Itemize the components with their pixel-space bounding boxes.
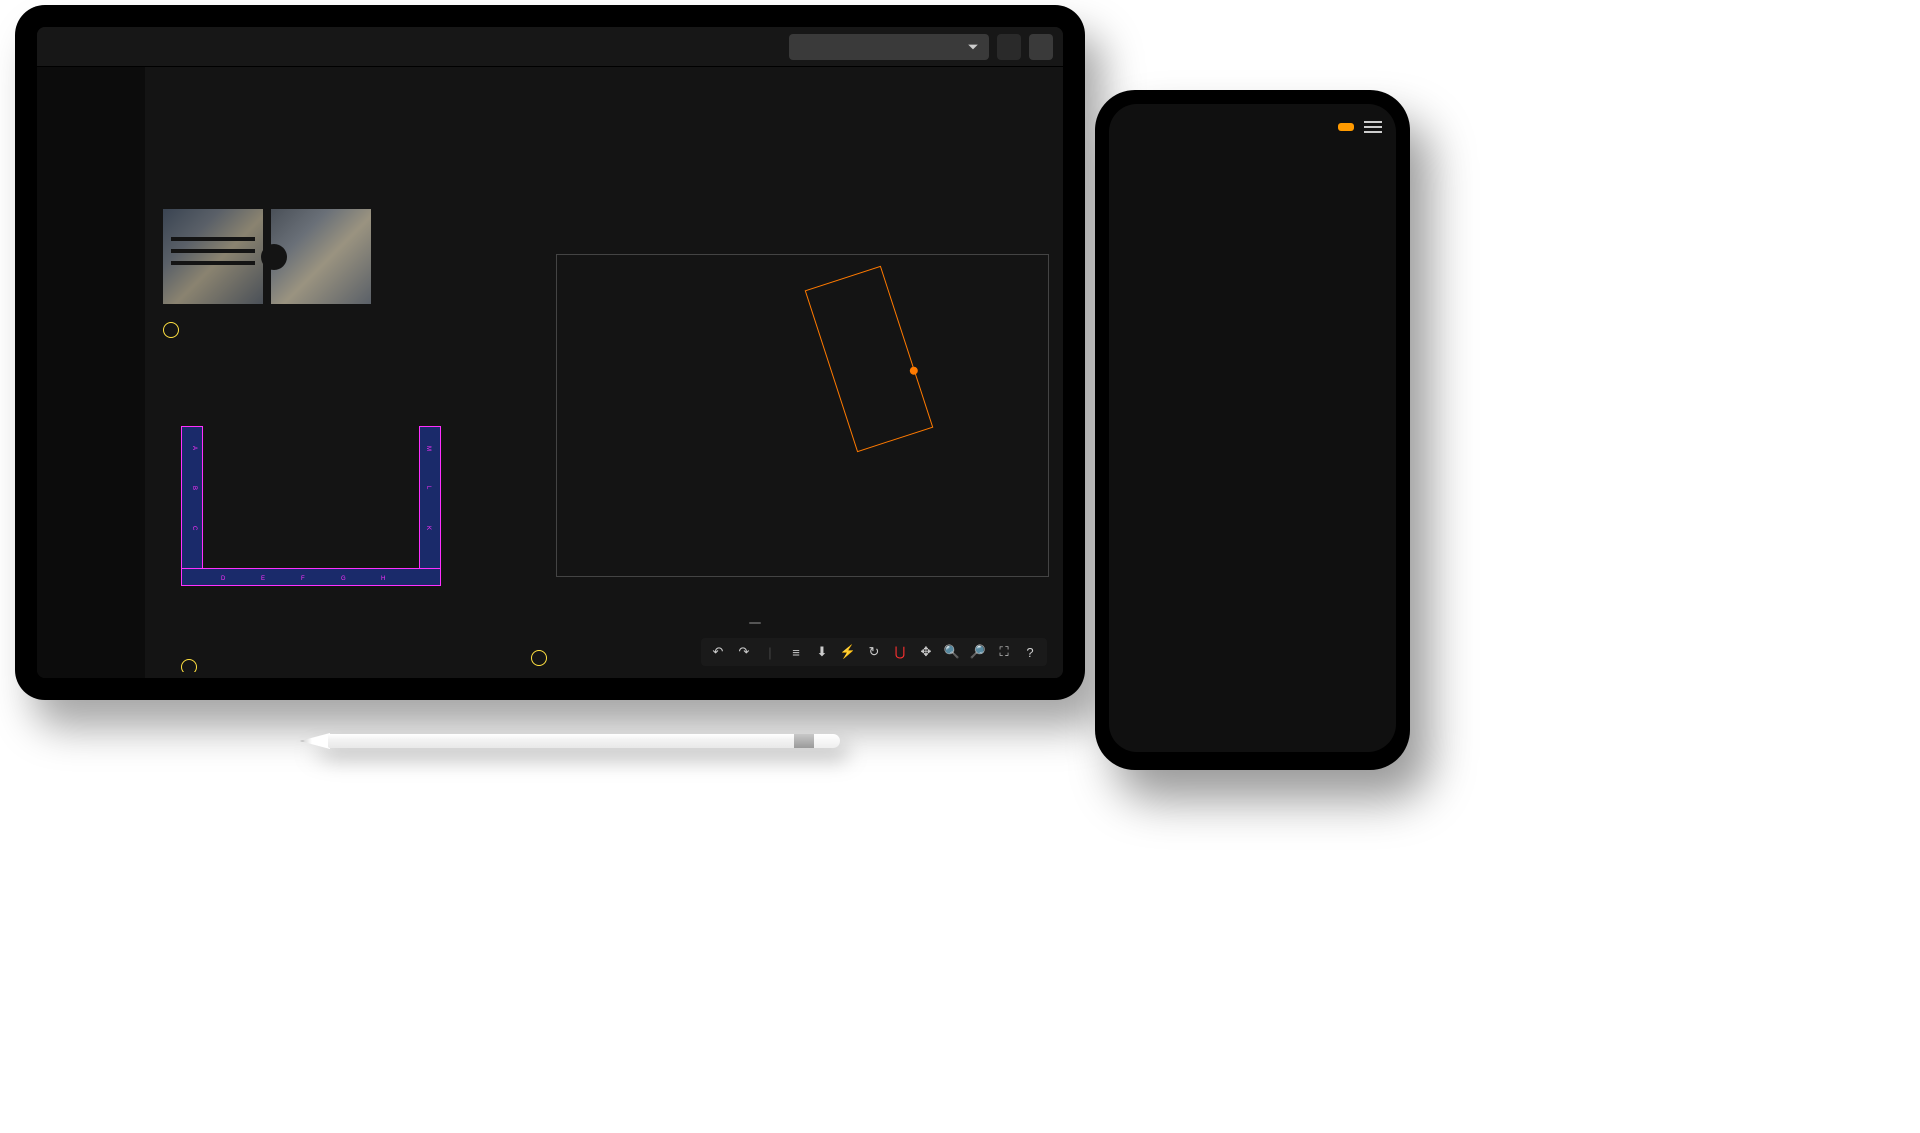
groundfloor-plan: A B C M L K D E F G H: [181, 426, 481, 626]
file-select[interactable]: [789, 34, 989, 60]
save-button[interactable]: [997, 34, 1021, 60]
topbar-actions: [789, 34, 1053, 60]
header-badge: [749, 622, 761, 624]
help-icon[interactable]: ?: [1019, 641, 1041, 663]
fullscreen-icon[interactable]: ⛶: [993, 641, 1015, 663]
phone-header: [1109, 104, 1396, 150]
plan2-caption: [181, 659, 203, 672]
move-icon[interactable]: ✥: [915, 641, 937, 663]
section-badge: [163, 322, 179, 338]
detail-tile-2[interactable]: [271, 209, 371, 304]
topbar: [37, 27, 1063, 67]
detail-tile-1[interactable]: [163, 209, 263, 304]
detail-landing-view: [163, 209, 393, 338]
wall-elevation: [531, 209, 1049, 632]
section-badge: [531, 650, 547, 666]
u-shape[interactable]: A B C M L K D E F G H: [181, 426, 441, 586]
zoom-in-icon[interactable]: 🔍: [941, 641, 963, 663]
slab-strip: [145, 67, 1063, 197]
menu-icon[interactable]: ≡: [785, 641, 807, 663]
main-area: A B C M L K D E F G H: [145, 67, 1063, 678]
app-body: A B C M L K D E F G H: [37, 67, 1063, 678]
magnet-icon[interactable]: ⋃: [889, 641, 911, 663]
stylus-pencil: [300, 730, 840, 752]
login-button[interactable]: [1338, 123, 1354, 131]
canvas-toolbar: ↶ ↷ | ≡ ⬇ ⚡ ↻ ⋃ ✥ 🔍 🔎 ⛶ ?: [701, 638, 1047, 666]
wall-bottom: [181, 568, 441, 586]
chevron-down-icon: [967, 41, 979, 53]
refresh-icon[interactable]: ↻: [863, 641, 885, 663]
zoom-out-icon[interactable]: 🔎: [967, 641, 989, 663]
phone-device: [1095, 90, 1410, 770]
sidebar: [37, 67, 145, 678]
undo-icon[interactable]: ↶: [707, 641, 729, 663]
download-icon[interactable]: ⬇: [811, 641, 833, 663]
app-window: A B C M L K D E F G H: [37, 27, 1063, 678]
elevation-grid[interactable]: [556, 254, 1049, 577]
close-button[interactable]: [1029, 34, 1053, 60]
phone-app: [1109, 104, 1396, 752]
flash-icon[interactable]: ⚡: [837, 641, 859, 663]
drawing-canvas[interactable]: A B C M L K D E F G H: [151, 201, 1057, 672]
divider: |: [759, 641, 781, 663]
redo-icon[interactable]: ↷: [733, 641, 755, 663]
section-badge: [181, 659, 197, 672]
elev-caption: [531, 650, 553, 666]
tablet-device: A B C M L K D E F G H: [15, 5, 1085, 700]
detail-caption: [163, 322, 393, 338]
menu-icon[interactable]: [1364, 121, 1382, 133]
phone-body[interactable]: [1109, 150, 1396, 752]
